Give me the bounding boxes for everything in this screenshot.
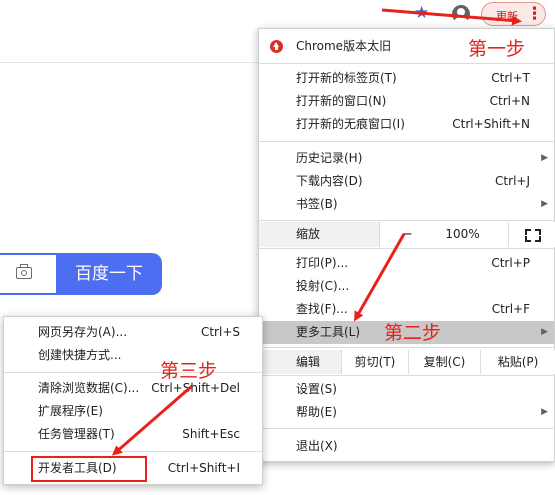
step2-arrow bbox=[354, 233, 406, 322]
step1-arrow bbox=[381, 8, 522, 26]
step3-arrow bbox=[111, 384, 193, 456]
annotation-arrows bbox=[111, 8, 522, 456]
